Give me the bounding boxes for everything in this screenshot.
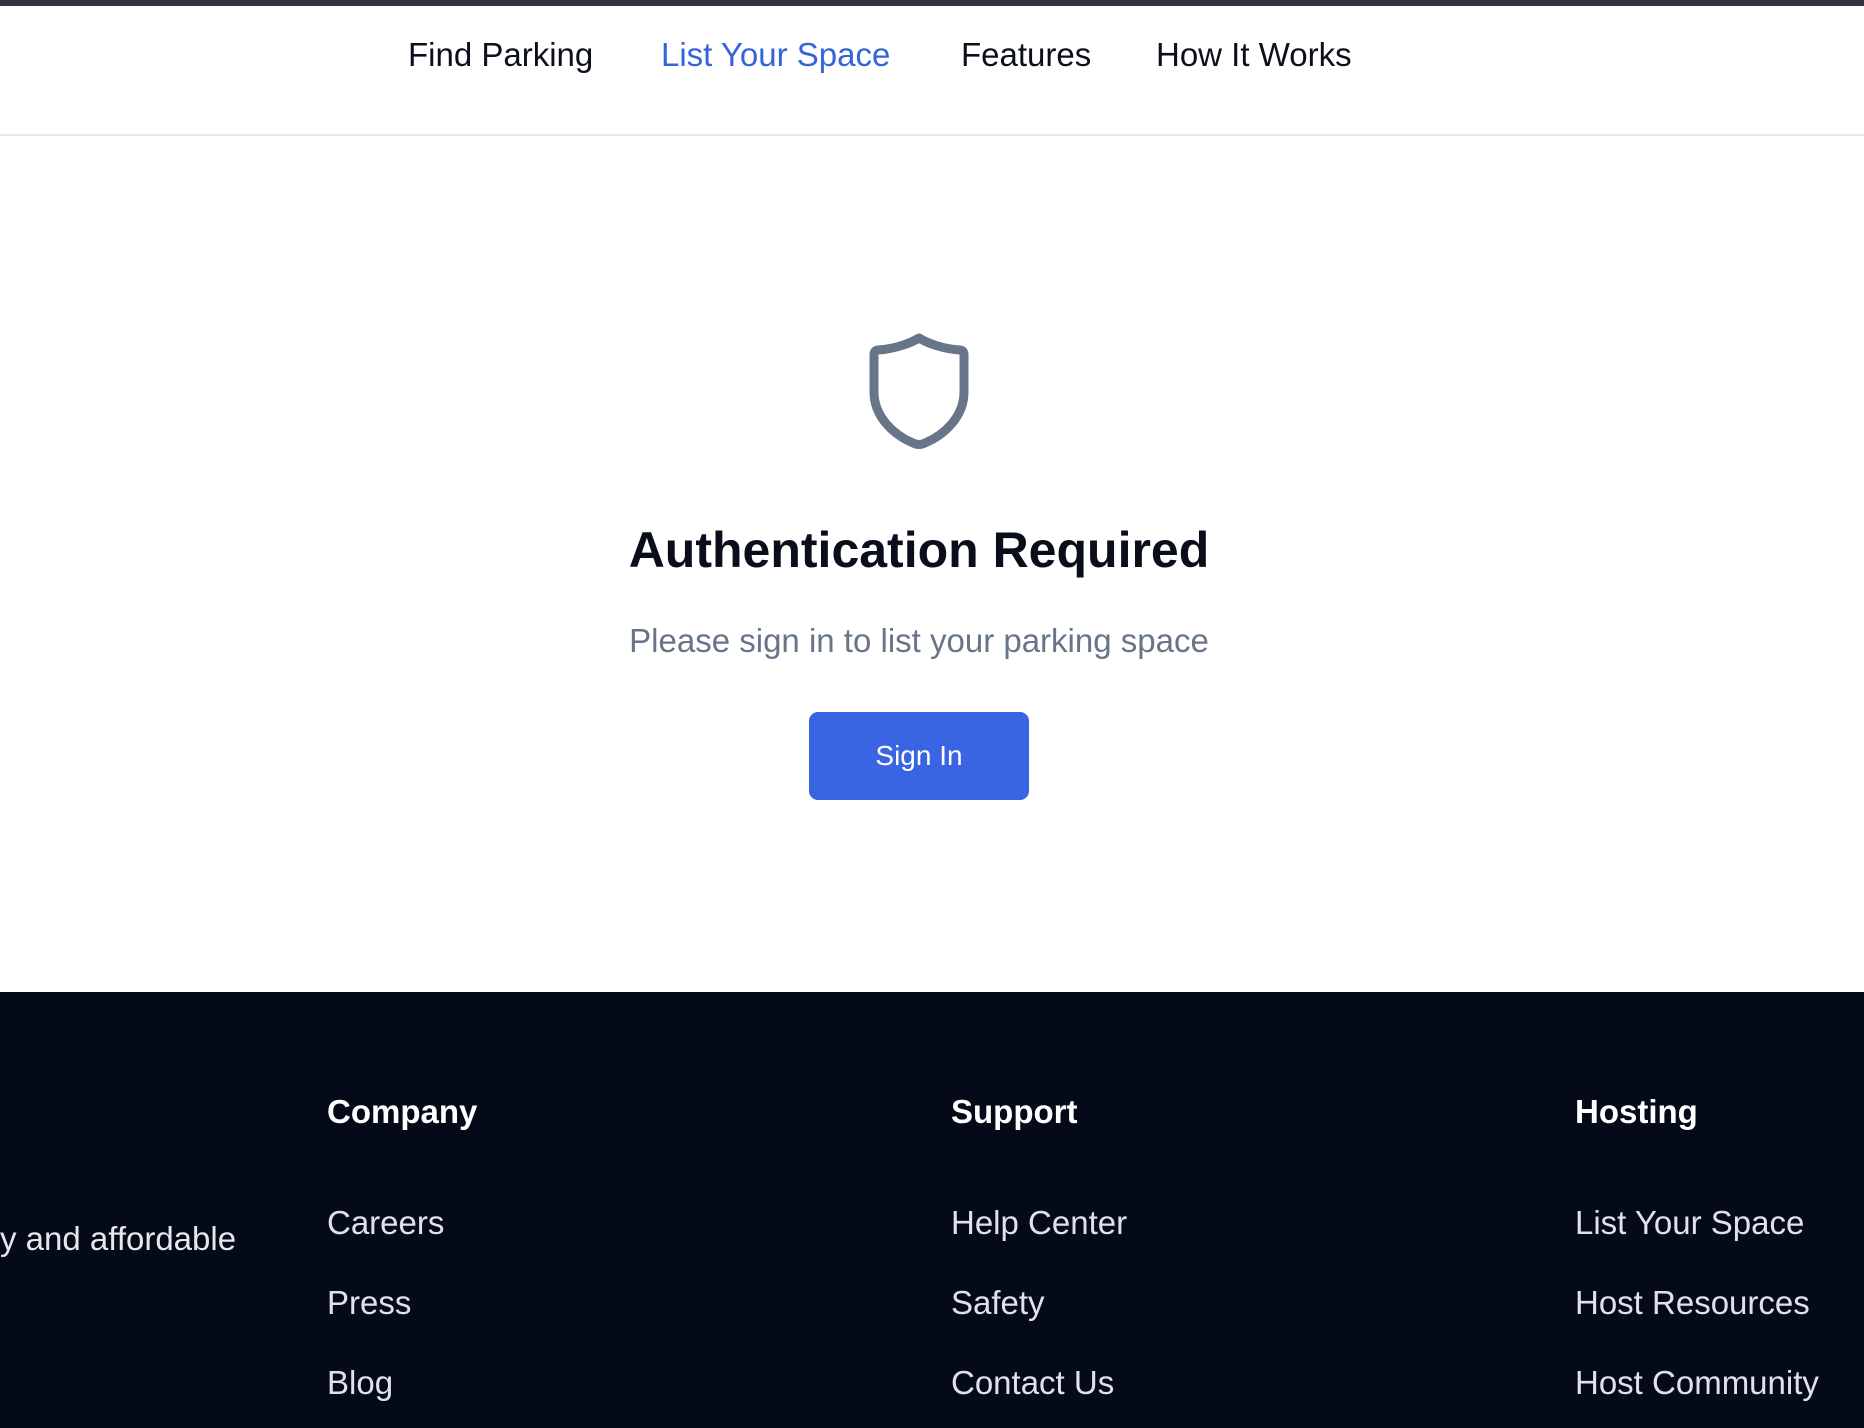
nav-how-it-works[interactable]: How It Works (1156, 30, 1352, 80)
page: Find Parking List Your Space Features Ho… (0, 0, 1864, 1428)
footer-link-contact-us[interactable]: Contact Us (951, 1359, 1114, 1407)
footer-link-press[interactable]: Press (327, 1279, 411, 1327)
top-navigation: Find Parking List Your Space Features Ho… (0, 6, 1864, 136)
auth-title: Authentication Required (628, 522, 1210, 578)
footer-link-blog[interactable]: Blog (327, 1359, 393, 1407)
shield-icon (869, 333, 969, 449)
footer-heading-support: Support (951, 1093, 1078, 1130)
footer-link-help-center[interactable]: Help Center (951, 1199, 1127, 1247)
footer-link-host-resources[interactable]: Host Resources (1575, 1279, 1810, 1327)
sign-in-button[interactable]: Sign In (809, 712, 1029, 800)
footer-link-host-community[interactable]: Host Community (1575, 1359, 1819, 1407)
footer-heading-company: Company (327, 1093, 478, 1130)
footer-link-list-your-space[interactable]: List Your Space (1575, 1199, 1804, 1247)
footer-link-careers[interactable]: Careers (327, 1199, 444, 1247)
auth-subtitle: Please sign in to list your parking spac… (629, 622, 1209, 659)
footer-tagline: y and affordable (0, 1220, 237, 1257)
nav-list-your-space[interactable]: List Your Space (661, 30, 890, 80)
nav-find-parking[interactable]: Find Parking (408, 30, 593, 80)
nav-features[interactable]: Features (961, 30, 1091, 80)
footer-link-safety[interactable]: Safety (951, 1279, 1045, 1327)
footer-heading-hosting: Hosting (1575, 1093, 1698, 1130)
